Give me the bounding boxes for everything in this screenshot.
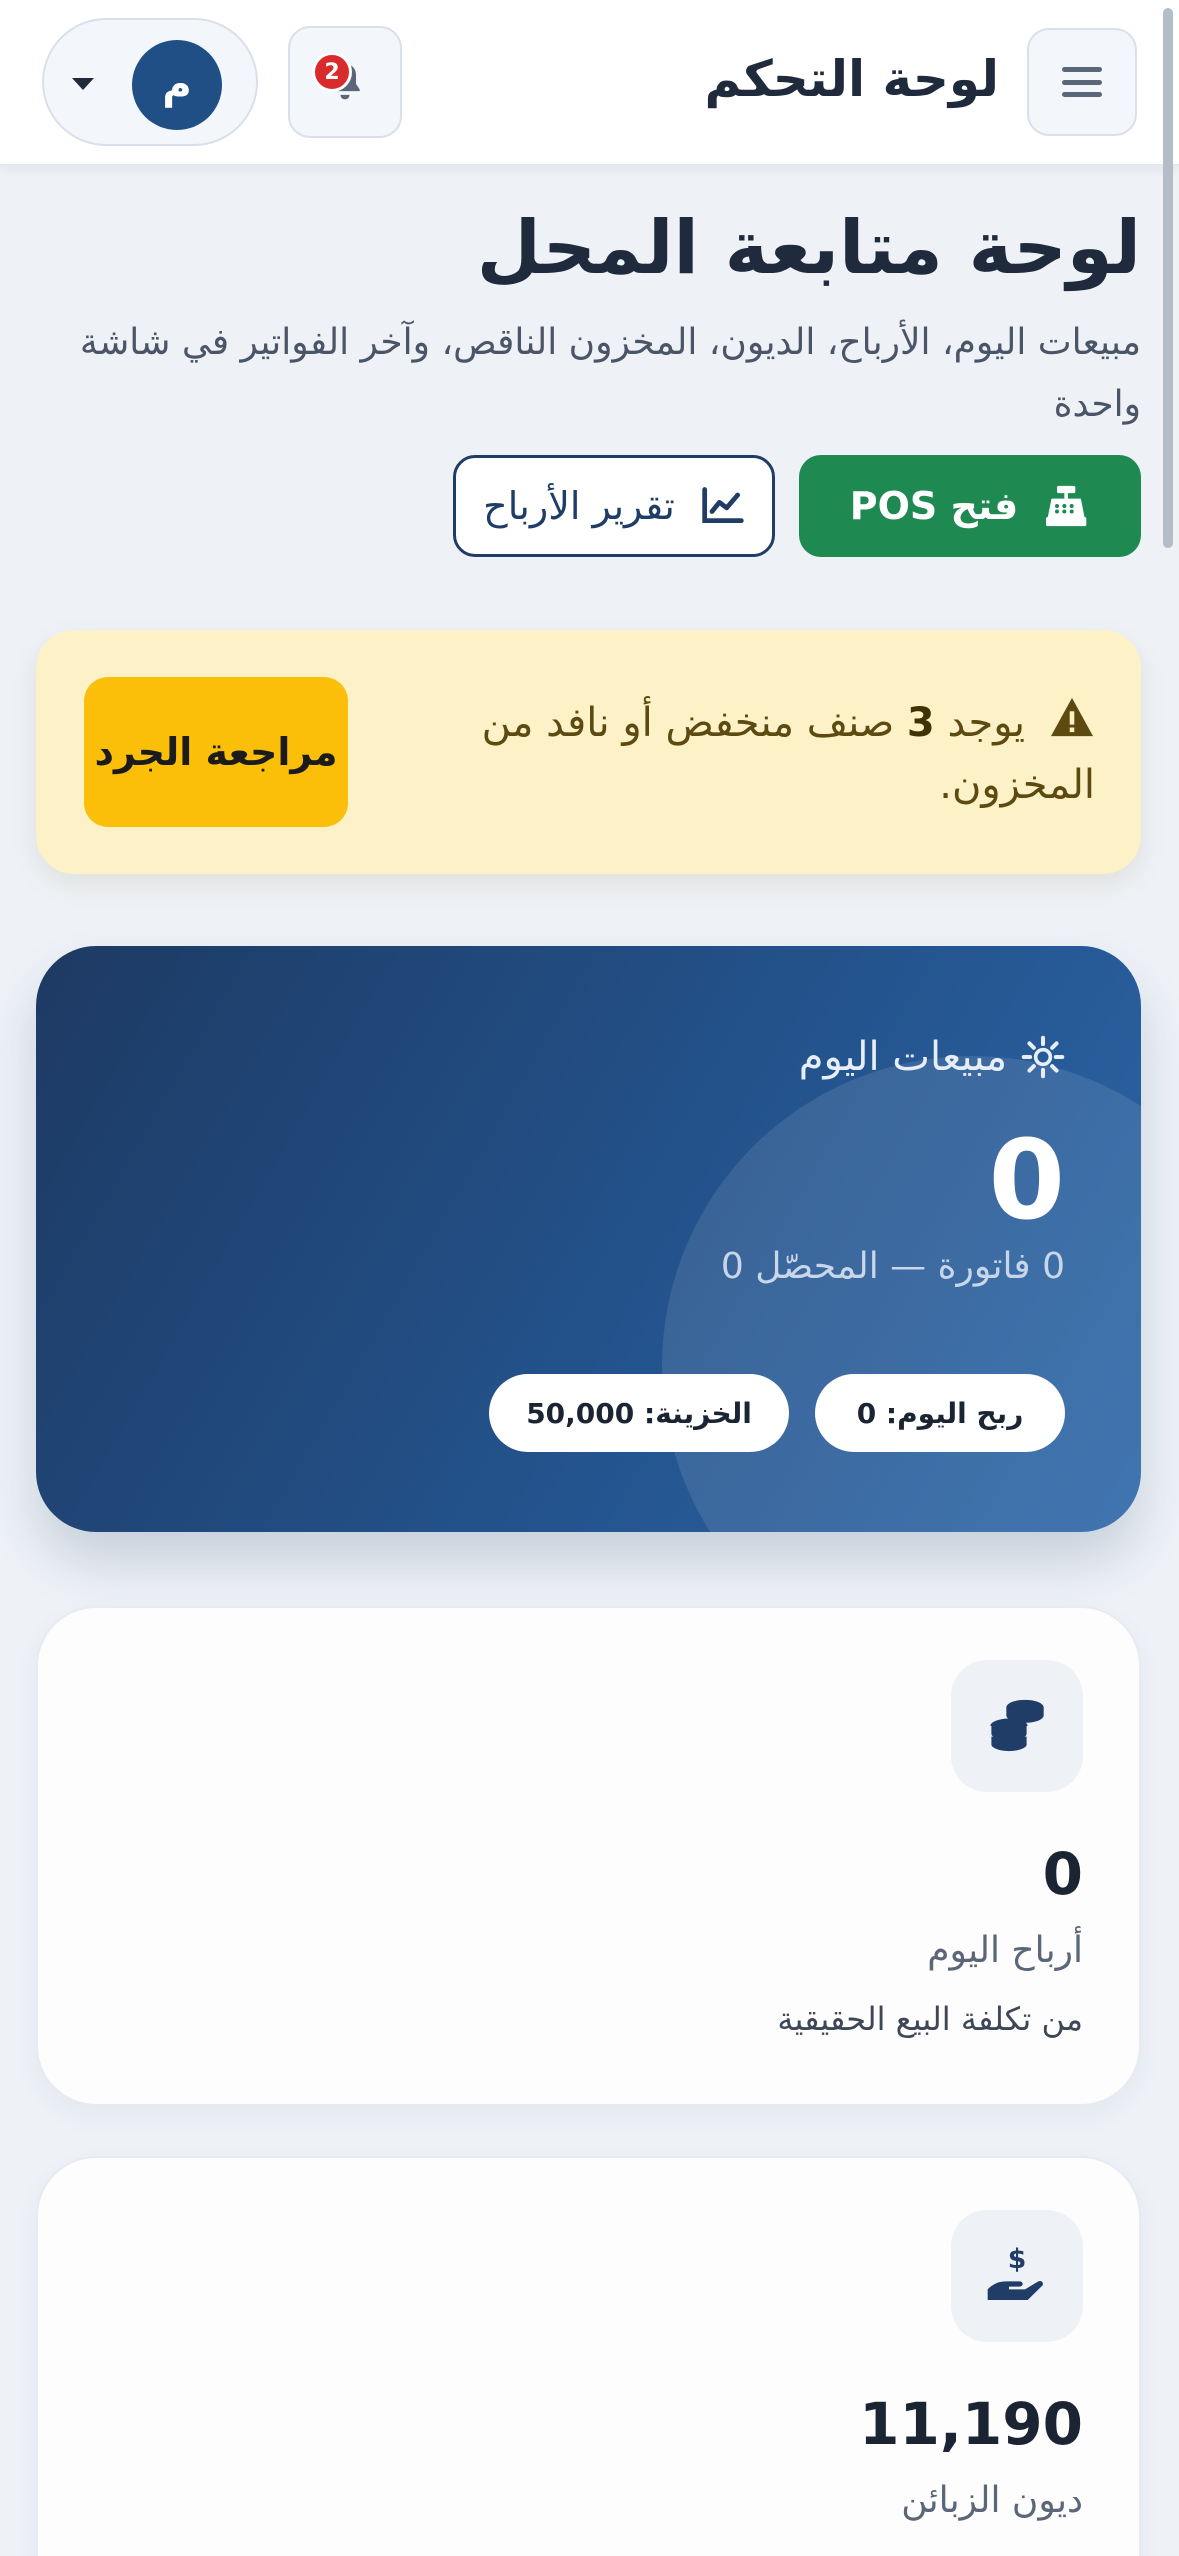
alert-message: يوجد 3 صنف منخفض أو نافد من المخزون.	[481, 700, 1095, 808]
today-profit-pill: ربح اليوم: 0	[815, 1374, 1065, 1452]
decorative-circle	[662, 1056, 1141, 1532]
top-navbar: لوحة التحكم 2 م	[0, 0, 1179, 548]
notifications-button[interactable]: 2	[288, 26, 402, 138]
treasury-pill: الخزينة: 50,000	[489, 1374, 789, 1452]
cash-register-icon	[1046, 485, 1087, 527]
svg-text:$: $	[1008, 2244, 1027, 2275]
hand-dollar-icon-box: $	[951, 2210, 1083, 2342]
today-profits-label: أرباح اليوم	[927, 1930, 1083, 1971]
page-title: لوحة متابعة المحل	[476, 205, 1141, 291]
menu-toggle-button[interactable]	[1027, 28, 1137, 136]
profit-report-label: تقرير الأرباح	[483, 484, 675, 528]
today-profits-value: 0	[1042, 1840, 1083, 1908]
customer-debts-value: 11,190	[859, 2390, 1083, 2458]
hand-dollar-icon: $	[987, 2244, 1043, 2300]
page-subtitle: مبيعات اليوم، الأرباح، الديون، المخزون ا…	[79, 322, 1141, 425]
customer-debts-label: ديون الزبائن	[901, 2480, 1083, 2521]
navbar-title: لوحة التحكم	[704, 50, 999, 108]
hamburger-icon	[1062, 67, 1102, 97]
today-profits-note: من تكلفة البيع الحقيقية	[777, 2000, 1083, 2038]
customer-debts-card: $ 11,190 ديون الزبائن	[36, 2156, 1141, 2556]
caret-down-icon	[72, 78, 94, 90]
open-pos-button[interactable]: فتح POS	[799, 455, 1141, 557]
avatar: م	[132, 40, 222, 130]
low-stock-count: 3	[906, 700, 935, 746]
scrollbar[interactable]	[1163, 8, 1173, 548]
today-sales-label: مبيعات اليوم	[799, 1034, 1065, 1080]
open-pos-label: فتح POS	[849, 484, 1019, 528]
review-inventory-button[interactable]: مراجعة الجرد	[84, 677, 348, 827]
today-sales-value: 0	[988, 1116, 1065, 1244]
notification-badge: 2	[312, 52, 352, 92]
today-profits-card: 0 أرباح اليوم من تكلفة البيع الحقيقية	[36, 1606, 1141, 2106]
user-menu-button[interactable]: م	[42, 18, 258, 146]
coins-icon-box	[951, 1660, 1083, 1792]
line-chart-icon	[702, 487, 744, 524]
today-sales-card: مبيعات اليوم 0 0 فاتورة — المحصّل 0 ربح …	[36, 946, 1141, 1532]
profit-report-button[interactable]: تقرير الأرباح	[453, 455, 775, 557]
sun-icon	[1021, 1035, 1065, 1079]
coins-icon	[989, 1699, 1044, 1754]
today-sales-summary: 0 فاتورة — المحصّل 0	[720, 1246, 1065, 1287]
low-stock-alert: يوجد 3 صنف منخفض أو نافد من المخزون. مرا…	[36, 630, 1141, 874]
